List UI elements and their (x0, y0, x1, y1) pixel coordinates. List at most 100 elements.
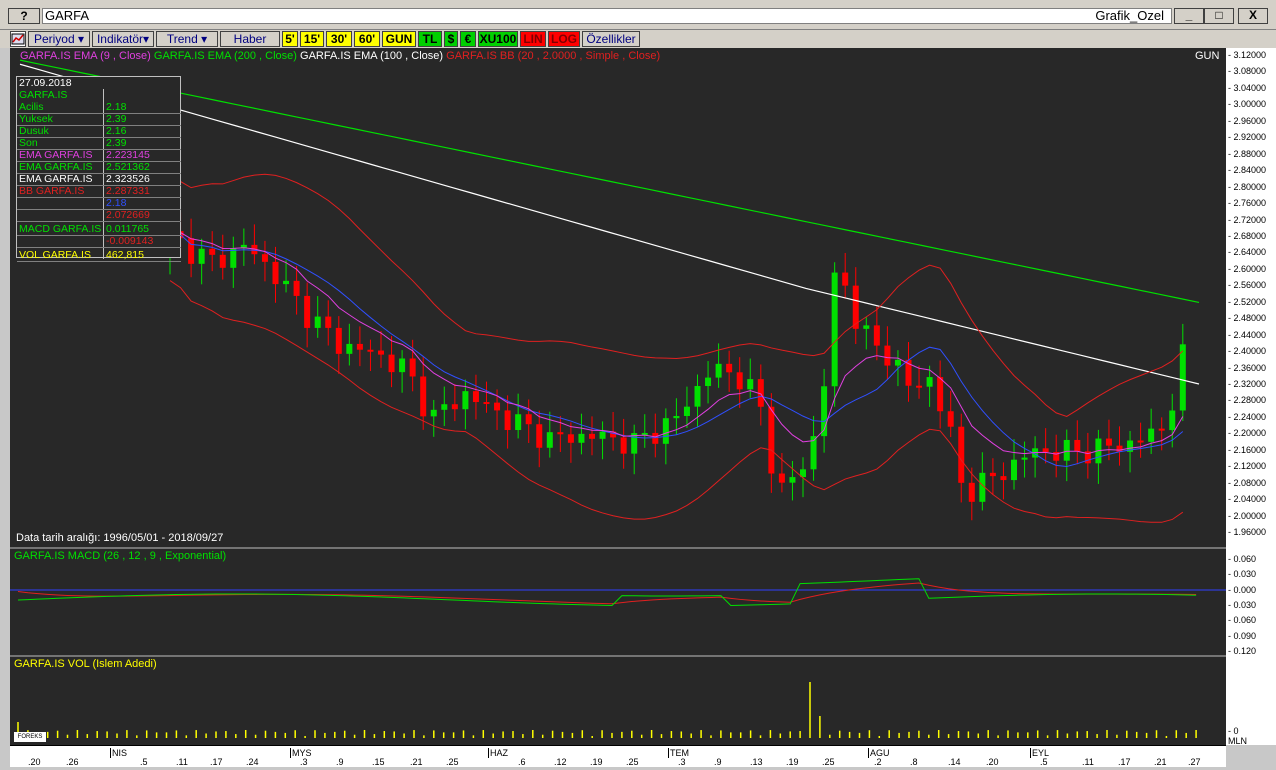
data-range-label: Data tarih aralığı: 1996/05/01 - 2018/09… (16, 532, 224, 544)
candle-body (325, 316, 332, 328)
volume-tick: MLN (1228, 736, 1248, 746)
candle-body (346, 343, 353, 354)
legend-bb: GARFA.IS BB (20 , 2.0000 , Simple , Clos… (446, 50, 661, 62)
candle-body (472, 391, 479, 403)
periyod-dropdown[interactable]: Periyod ▾ (28, 31, 90, 47)
candle-body (736, 372, 743, 390)
candle-body (314, 316, 321, 328)
candle-body (937, 377, 944, 412)
day-label: .25 (446, 757, 459, 767)
currency-usd-button[interactable]: $ (444, 31, 458, 47)
candle-body (1021, 457, 1028, 460)
day-label: .19 (786, 757, 799, 767)
chevron-down-icon: ▾ (197, 32, 208, 46)
candle-body (483, 402, 490, 405)
period-60-button[interactable]: 60' (354, 31, 380, 47)
info-row-divider (17, 247, 181, 248)
candle-body (494, 402, 501, 411)
candle-body (304, 295, 311, 328)
candle-body (1105, 438, 1112, 446)
trend-label: Trend (166, 32, 198, 46)
indikator-label: Indikatör (96, 32, 143, 46)
period-30-button[interactable]: 30' (326, 31, 352, 47)
candle-body (599, 431, 606, 439)
volume-tick: - 0 (1228, 726, 1239, 736)
day-label: .26 (66, 757, 79, 767)
price-tick: - 3.12000 (1228, 50, 1267, 60)
chart-area[interactable]: GARFA.IS EMA (9 , Close) GARFA.IS EMA (2… (10, 48, 1226, 745)
candle-body (694, 386, 701, 407)
candle-body (515, 414, 522, 431)
day-label: .27 (1188, 757, 1201, 767)
currency-tl-button[interactable]: TL (418, 31, 442, 47)
currency-eur-button[interactable]: € (460, 31, 476, 47)
info-row-value: 2.323526 (106, 173, 150, 185)
price-tick: - 3.04000 (1228, 82, 1267, 93)
price-axis[interactable]: - 3.12000 - 3.08000 - 3.04000 - 3.00000 - 2.… (1226, 48, 1276, 746)
period-gun-button[interactable]: GUN (382, 31, 416, 47)
macd-tick: - 0.060 (1228, 615, 1257, 626)
ema200-line (19, 59, 1200, 304)
price-tick: - 2.12000 (1228, 461, 1267, 472)
candle-body (219, 254, 226, 268)
info-row: EMA GARFA.IS 2.521362 (17, 161, 181, 173)
macd-tick: - 0.000 (1228, 584, 1257, 595)
price-tick: - 2.36000 (1228, 362, 1267, 373)
candle-body (873, 325, 880, 346)
period-5-button[interactable]: 5' (282, 31, 298, 47)
day-label: .12 (554, 757, 567, 767)
log-scale-button[interactable]: LOG (548, 31, 580, 47)
macd-signal-line (17, 582, 1197, 605)
trend-dropdown[interactable]: Trend ▾ (156, 31, 218, 47)
price-tick: - 2.84000 (1228, 165, 1267, 176)
info-row-value: 2.18 (106, 101, 127, 113)
candle-body (1000, 476, 1007, 481)
candle-body (1042, 448, 1049, 453)
haber-button[interactable]: Haber (220, 31, 280, 47)
info-date-value: 27.09.2018 (19, 77, 72, 89)
info-row: MACD GARFA.IS 0.011765 (17, 223, 181, 235)
candle-body (504, 410, 511, 431)
candle-body (1169, 410, 1176, 431)
toolbar: Periyod ▾ Indikatör▾ Trend ▾ Haber 5' 15… (0, 30, 1276, 48)
candle-body (662, 418, 669, 444)
logo: FOREKS (14, 732, 46, 742)
info-row-value: 0.011765 (106, 223, 150, 235)
candle-body (441, 404, 448, 410)
candle-body (863, 325, 870, 329)
info-row-value: 2.072669 (106, 209, 150, 221)
chart-canvas[interactable] (10, 48, 1226, 745)
info-symbol: GARFA.IS (17, 89, 181, 101)
minimize-button[interactable]: _ (1174, 8, 1204, 24)
xu100-button[interactable]: XU100 (478, 31, 518, 47)
candle-body (1011, 459, 1017, 481)
period-15-button[interactable]: 15' (300, 31, 324, 47)
price-tick: - 2.96000 (1228, 115, 1267, 126)
price-tick: - 2.72000 (1228, 214, 1267, 225)
day-label: .15 (372, 757, 385, 767)
info-row: EMA GARFA.IS 2.223145 (17, 149, 181, 161)
ozellikler-button[interactable]: Özellikler (582, 31, 640, 47)
linear-scale-button[interactable]: LIN (520, 31, 546, 47)
date-axis: NIS MYS HAZ TEM AGU EYL .20.26.5.11.17.24.3.9.… (10, 745, 1226, 767)
candle-body (989, 472, 996, 477)
period-label: GUN (1195, 50, 1220, 62)
info-row: Yuksek 2.39 (17, 113, 181, 125)
indikator-dropdown[interactable]: Indikatör▾ (92, 31, 154, 47)
info-row: Dusuk 2.16 (17, 125, 181, 137)
price-tick: - 2.92000 (1228, 132, 1267, 143)
info-row: EMA GARFA.IS 2.323526 (17, 173, 181, 185)
info-row-value: -0.009143 (106, 235, 154, 247)
candle-body (198, 248, 205, 264)
close-button[interactable]: X (1238, 8, 1268, 24)
candle-body (567, 434, 574, 443)
price-tick: - 2.16000 (1228, 444, 1267, 455)
help-button[interactable]: ? (8, 8, 40, 24)
candle-body (399, 358, 406, 373)
maximize-button[interactable]: □ (1204, 8, 1234, 24)
chart-settings-icon[interactable] (10, 31, 26, 47)
day-label: .21 (410, 757, 423, 767)
candle-body (293, 280, 300, 296)
day-label: .11 (1082, 757, 1094, 767)
candle-body (1137, 440, 1144, 443)
